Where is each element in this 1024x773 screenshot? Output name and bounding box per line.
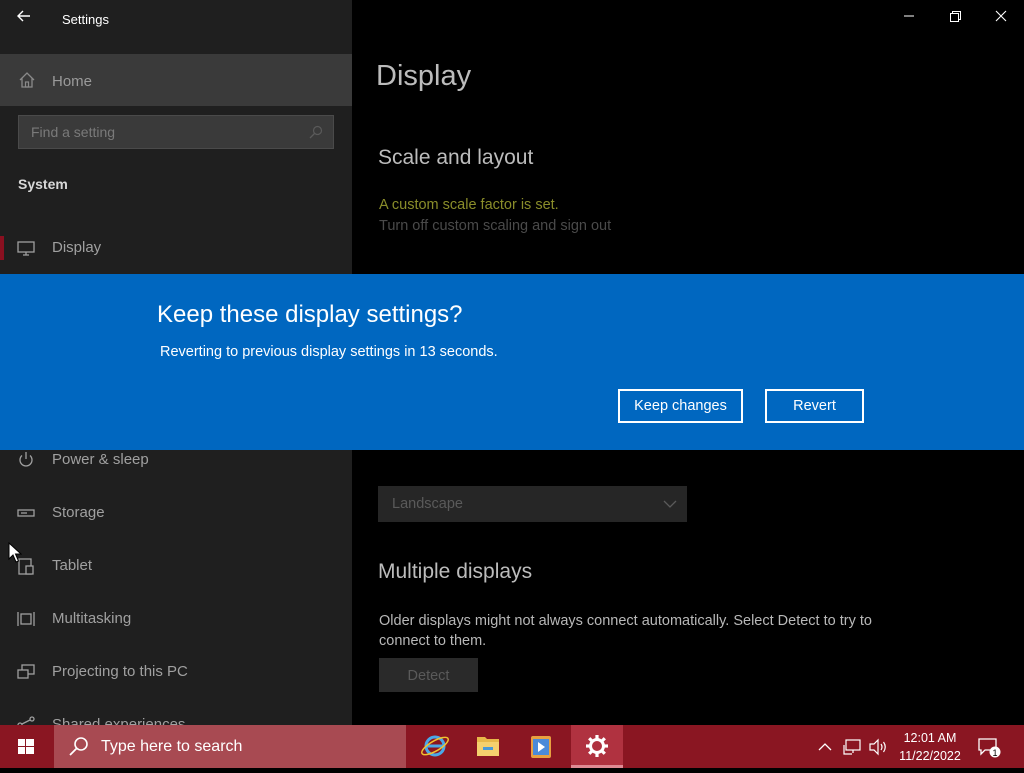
turn-off-custom-scaling-link[interactable]: Turn off custom scaling and sign out	[379, 218, 611, 234]
sidebar-item-tablet[interactable]: Tablet	[0, 544, 352, 588]
notification-count: 1	[992, 748, 998, 758]
taskbar-file-explorer[interactable]	[462, 725, 514, 768]
storage-icon	[17, 509, 35, 517]
taskbar-search-placeholder: Type here to search	[101, 738, 243, 755]
title-bar: Settings	[0, 0, 352, 36]
close-button[interactable]	[978, 0, 1024, 32]
sidebar-home[interactable]: Home	[0, 54, 352, 106]
monitor-icon	[17, 241, 35, 256]
sidebar-item-storage[interactable]: Storage	[0, 491, 352, 535]
active-indicator	[0, 236, 4, 260]
show-hidden-icons-chevron-icon[interactable]	[815, 737, 835, 757]
network-icon[interactable]	[842, 737, 862, 757]
sidebar-item-label: Storage	[52, 504, 105, 521]
start-button[interactable]	[0, 725, 52, 768]
section-heading-system: System	[18, 176, 68, 192]
custom-scale-warning: A custom scale factor is set.	[379, 197, 559, 213]
taskbar-clock[interactable]: 12:01 AM 11/22/2022	[894, 729, 966, 765]
power-icon	[19, 452, 33, 467]
multiple-displays-heading: Multiple displays	[378, 560, 533, 583]
keep-display-settings-dialog: Keep these display settings? Reverting t…	[0, 274, 1024, 450]
minimize-icon	[904, 15, 914, 17]
orientation-dropdown[interactable]: Landscape	[378, 486, 687, 522]
sidebar-item-projecting[interactable]: Projecting to this PC	[0, 650, 352, 694]
close-icon	[995, 10, 1007, 22]
taskbar-settings[interactable]	[571, 725, 623, 768]
projecting-icon	[17, 664, 35, 679]
scale-layout-heading: Scale and layout	[378, 146, 534, 169]
sidebar-item-label: Multitasking	[52, 610, 132, 627]
sidebar-item-label: Power & sleep	[52, 451, 149, 468]
restore-button[interactable]	[932, 0, 978, 32]
sidebar-item-label: Tablet	[52, 557, 93, 574]
sidebar-item-display[interactable]: Display	[0, 226, 352, 270]
orientation-value: Landscape	[392, 496, 463, 512]
minimize-button[interactable]	[886, 0, 932, 32]
restore-icon	[950, 11, 961, 22]
home-label: Home	[52, 73, 93, 90]
page-title: Display	[376, 60, 472, 92]
chevron-down-icon	[663, 500, 677, 508]
file-explorer-icon	[477, 737, 499, 756]
find-setting-input[interactable]: Find a setting	[18, 115, 334, 149]
keep-changes-button[interactable]: Keep changes	[618, 389, 743, 423]
settings-gear-icon	[586, 735, 608, 757]
home-icon	[19, 72, 35, 88]
internet-explorer-icon	[421, 735, 449, 757]
search-placeholder: Find a setting	[31, 124, 116, 140]
sidebar-item-multitasking[interactable]: Multitasking	[0, 597, 352, 641]
clock-time: 12:01 AM	[903, 731, 957, 745]
revert-label: Revert	[793, 398, 836, 414]
back-arrow-icon[interactable]	[14, 6, 34, 26]
media-player-icon	[531, 736, 551, 758]
search-icon	[309, 125, 323, 139]
window-title: Settings	[62, 12, 109, 27]
windows-logo-icon	[18, 739, 34, 754]
multiple-displays-description: Older displays might not always connect …	[379, 613, 872, 649]
taskbar: Type here to search 12:01 AM 11/22/2022 …	[0, 725, 1024, 768]
shared-icon	[17, 716, 35, 725]
multitasking-icon	[17, 612, 35, 626]
mouse-cursor-icon	[8, 542, 22, 563]
sidebar-item-label: Projecting to this PC	[52, 663, 188, 680]
keep-changes-label: Keep changes	[634, 398, 727, 414]
volume-icon[interactable]	[868, 737, 888, 757]
action-center-button[interactable]: 1	[976, 735, 1002, 759]
revert-button[interactable]: Revert	[765, 389, 864, 423]
search-icon	[69, 737, 88, 756]
taskbar-internet-explorer[interactable]	[409, 725, 461, 768]
sidebar-item-label: Shared experiences	[52, 716, 186, 725]
dialog-message: Reverting to previous display settings i…	[160, 344, 498, 360]
taskbar-search-box[interactable]: Type here to search	[54, 725, 406, 768]
detect-label: Detect	[407, 668, 450, 684]
clock-date: 11/22/2022	[899, 749, 961, 763]
detect-button[interactable]: Detect	[379, 658, 478, 692]
sidebar-item-label: Display	[52, 239, 102, 256]
sidebar-item-shared-experiences[interactable]: Shared experiences	[0, 703, 352, 725]
dialog-title: Keep these display settings?	[157, 301, 463, 328]
taskbar-media-player[interactable]	[515, 725, 567, 768]
